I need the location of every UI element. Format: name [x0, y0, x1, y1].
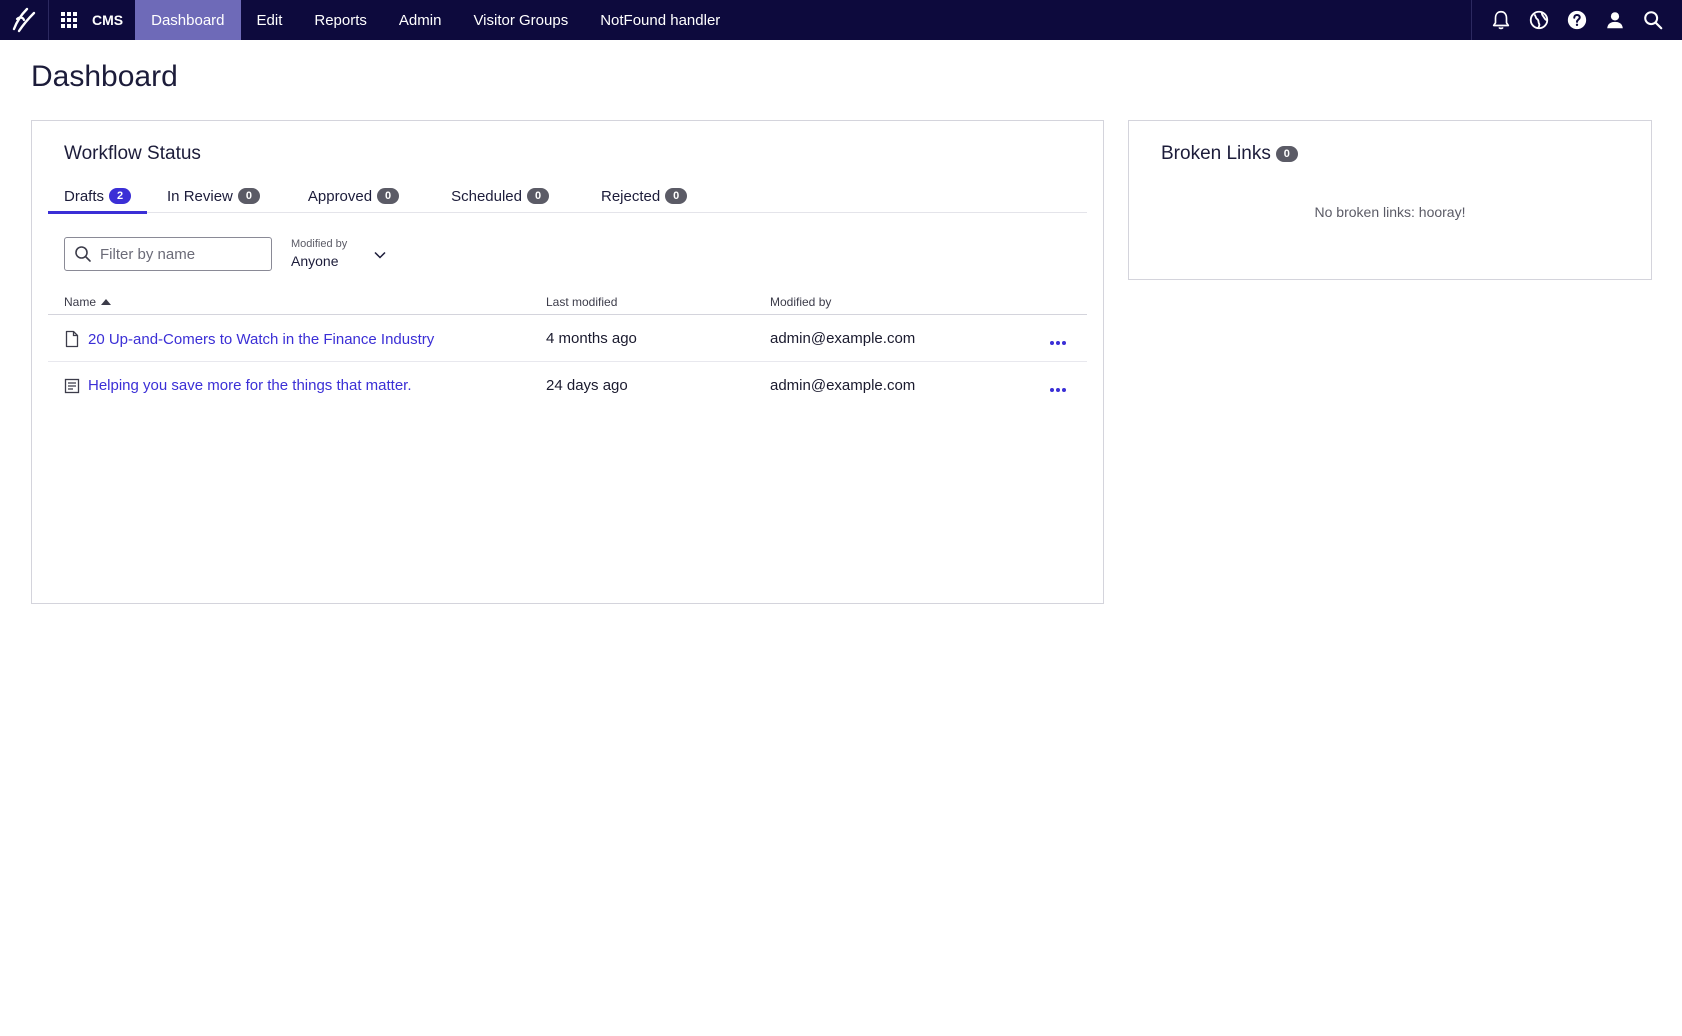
filter-by-name-input[interactable]	[100, 245, 260, 263]
tab-in-review[interactable]: In Review 0	[151, 179, 276, 213]
workflow-tabs: Drafts 2 In Review 0 Approved 0 Schedule…	[48, 179, 1087, 214]
nav-notfound-handler[interactable]: NotFound handler	[584, 0, 736, 40]
main-nav: Dashboard Edit Reports Admin Visitor Gro…	[135, 0, 736, 40]
tab-rejected[interactable]: Rejected 0	[585, 179, 703, 213]
workflow-status-card: Workflow Status Drafts 2 In Review 0 App…	[31, 120, 1104, 604]
table-row[interactable]: 20 Up-and-Comers to Watch in the Finance…	[48, 315, 1087, 362]
row-actions-button[interactable]	[1049, 380, 1067, 397]
content-name-link[interactable]: Helping you save more for the things tha…	[88, 377, 412, 394]
table-row[interactable]: Helping you save more for the things tha…	[48, 362, 1087, 409]
chevron-down-icon	[374, 251, 386, 259]
tab-label: Approved	[307, 187, 373, 205]
modified-by-cell: admin@example.com	[770, 377, 916, 394]
page-icon	[65, 330, 79, 348]
bell-icon	[1492, 10, 1510, 30]
tab-label: Drafts	[64, 187, 105, 205]
top-navigation-bar: CMS Dashboard Edit Reports Admin Visitor…	[0, 0, 1682, 40]
broken-links-card: Broken Links 0 No broken links: hooray!	[1128, 120, 1652, 280]
empty-state-message: No broken links: hooray!	[1314, 204, 1466, 220]
tab-scheduled[interactable]: Scheduled 0	[435, 179, 565, 213]
drafts-table: Name Last modified Modified by 20 Up-and…	[48, 285, 1087, 409]
sort-ascending-icon	[101, 299, 112, 305]
count-badge: 0	[377, 188, 400, 204]
modified-by-dropdown[interactable]: Modified by Anyone	[291, 238, 391, 269]
tab-label: Scheduled	[451, 187, 522, 205]
logo[interactable]	[0, 0, 49, 40]
tab-label: Rejected	[601, 187, 661, 205]
column-last-modified-header[interactable]: Last modified	[546, 295, 617, 309]
nav-visitor-groups[interactable]: Visitor Groups	[457, 0, 584, 40]
workflow-title: Workflow Status	[64, 143, 201, 164]
notifications-button[interactable]	[1482, 0, 1520, 40]
nav-reports[interactable]: Reports	[298, 0, 383, 40]
count-badge: 0	[527, 188, 549, 204]
grid-icon	[61, 12, 77, 28]
user-menu-button[interactable]	[1596, 0, 1634, 40]
nav-dashboard[interactable]: Dashboard	[135, 0, 241, 40]
column-modified-by-header[interactable]: Modified by	[770, 295, 831, 309]
globe-icon	[1529, 10, 1549, 30]
language-button[interactable]	[1520, 0, 1558, 40]
product-name: CMS	[92, 12, 124, 28]
count-badge: 2	[109, 188, 132, 204]
row-actions-button[interactable]	[1049, 333, 1067, 350]
tab-drafts[interactable]: Drafts 2	[48, 179, 148, 214]
tab-approved[interactable]: Approved 0	[292, 179, 415, 213]
table-header: Name Last modified Modified by	[48, 285, 1087, 315]
broken-links-header: Broken Links 0	[1161, 143, 1298, 165]
count-badge: 0	[237, 188, 260, 204]
search-icon	[1644, 11, 1663, 30]
search-icon	[75, 246, 91, 262]
app-switcher-button[interactable]	[50, 0, 88, 40]
last-modified-cell: 24 days ago	[546, 377, 628, 394]
nav-admin[interactable]: Admin	[383, 0, 458, 40]
modified-by-cell: admin@example.com	[770, 330, 916, 347]
help-button[interactable]	[1558, 0, 1596, 40]
help-icon	[1567, 10, 1587, 30]
broken-links-title: Broken Links	[1161, 143, 1271, 164]
filter-by-name-field[interactable]	[64, 237, 272, 271]
page-title: Dashboard	[31, 60, 178, 93]
tab-label: In Review	[167, 187, 233, 205]
more-horizontal-icon	[1050, 341, 1066, 345]
block-icon	[64, 378, 80, 393]
last-modified-cell: 4 months ago	[546, 330, 637, 347]
column-name-header[interactable]: Name	[64, 295, 112, 309]
content-name-link[interactable]: 20 Up-and-Comers to Watch in the Finance…	[88, 331, 434, 348]
logo-icon	[12, 7, 36, 33]
user-icon	[1607, 12, 1623, 29]
global-search-button[interactable]	[1634, 0, 1672, 40]
topbar-tools	[1471, 0, 1682, 40]
nav-edit[interactable]: Edit	[241, 0, 299, 40]
column-label: Name	[64, 295, 97, 309]
more-horizontal-icon	[1050, 388, 1066, 392]
count-badge: 0	[665, 188, 688, 204]
count-badge: 0	[1275, 146, 1298, 162]
